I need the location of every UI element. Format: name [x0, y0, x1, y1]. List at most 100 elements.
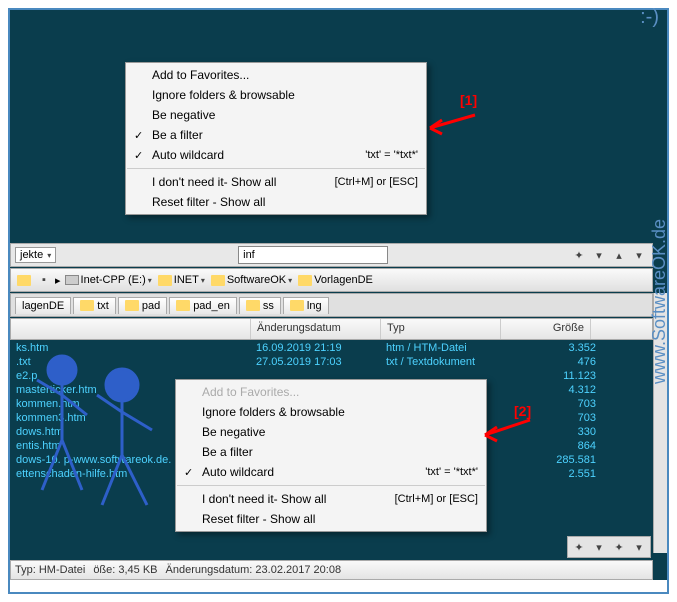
- dropdown-icon[interactable]: ▾: [590, 538, 608, 556]
- menu-item[interactable]: Be a filter: [176, 442, 486, 462]
- menu-item-shortcut: 'txt' = '*txt*': [409, 466, 478, 478]
- sort-asc-icon[interactable]: ▴: [610, 246, 628, 264]
- menu-separator: [127, 168, 425, 169]
- arrow-2-icon: [475, 415, 535, 445]
- smiley-icon: :-): [640, 6, 659, 29]
- computer-icon[interactable]: ▪: [35, 271, 53, 289]
- menu-item-label: Reset filter - Show all: [202, 512, 315, 526]
- tab-item[interactable]: lagenDE: [15, 297, 71, 314]
- file-size: 11.123: [506, 370, 596, 382]
- menu-item-label: I don't need it- Show all: [152, 175, 276, 189]
- tab-item[interactable]: pad_en: [169, 297, 237, 314]
- file-size: 3.352: [506, 342, 596, 354]
- annotation-1: [1]: [460, 92, 477, 108]
- status-type: Typ: HM-Datei: [15, 564, 85, 576]
- menu-item-shortcut: 'txt' = '*txt*': [349, 149, 418, 161]
- menu-item-shortcut: [Ctrl+M] or [ESC]: [319, 176, 418, 188]
- menu-item-label: Add to Favorites...: [152, 68, 249, 82]
- menu-item-label: Auto wildcard: [152, 148, 224, 162]
- menu-item[interactable]: Ignore folders & browsable: [126, 85, 426, 105]
- file-size: 476: [506, 356, 596, 368]
- sort-desc-icon[interactable]: ▾: [630, 246, 648, 264]
- chevron-down-icon: ▾: [288, 276, 292, 285]
- chevron-down-icon: ▾: [201, 276, 205, 285]
- filter-icon[interactable]: ✦: [570, 538, 588, 556]
- folder-icon: [246, 300, 260, 311]
- check-icon: ✓: [134, 129, 143, 142]
- column-header-name[interactable]: [11, 319, 251, 339]
- column-header-date[interactable]: Änderungsdatum: [251, 319, 381, 339]
- file-size: 285.581: [506, 454, 596, 466]
- bottom-icon-toolbar: ✦ ▾ ✦ ▾: [567, 536, 651, 558]
- breadcrumb-item[interactable]: INET ▾: [156, 274, 207, 286]
- folder-icon: [290, 300, 304, 311]
- filter-toolbar: jekte ▾ ✦ ▾ ▴ ▾: [10, 243, 653, 267]
- watermark: www.SoftwareOK.de: [647, 40, 673, 562]
- annotation-2: [2]: [514, 403, 531, 419]
- folder-icon: [176, 300, 190, 311]
- tab-item[interactable]: txt: [73, 297, 116, 314]
- filter-icon[interactable]: ✦: [610, 538, 628, 556]
- file-size: 4.312: [506, 384, 596, 396]
- check-icon: ✓: [184, 466, 193, 479]
- status-date: Änderungsdatum: 23.02.2017 20:08: [166, 564, 342, 576]
- file-date: 16.09.2019 21:19: [256, 342, 386, 354]
- filter-context-menu-1: Add to Favorites... Ignore folders & brow…: [125, 62, 427, 215]
- file-type: htm / HTM-Datei: [386, 342, 506, 354]
- menu-item[interactable]: ✓ Be a filter: [126, 125, 426, 145]
- menu-item[interactable]: I don't need it- Show all [Ctrl+M] or [ES…: [176, 489, 486, 509]
- chevron-down-icon: ▾: [148, 276, 152, 285]
- menu-item-label: Auto wildcard: [202, 465, 274, 479]
- dropdown-icon[interactable]: ▾: [590, 246, 608, 264]
- menu-separator: [177, 485, 485, 486]
- drive-icon: [65, 275, 79, 285]
- check-icon: ✓: [134, 149, 143, 162]
- arrow-1-icon: [420, 110, 480, 140]
- folder-icon[interactable]: [15, 271, 33, 289]
- column-header-row: Änderungsdatum Typ Größe: [10, 318, 653, 340]
- menu-item-label: Be a filter: [152, 128, 203, 142]
- dropdown-icon[interactable]: ▾: [630, 538, 648, 556]
- menu-item[interactable]: ✓ Auto wildcard 'txt' = '*txt*': [176, 462, 486, 482]
- file-date: 27.05.2019 17:03: [256, 356, 386, 368]
- menu-item-label: I don't need it- Show all: [202, 492, 326, 506]
- menu-item-label: Add to Favorites...: [202, 385, 299, 399]
- menu-item[interactable]: Ignore folders & browsable: [176, 402, 486, 422]
- tabs-bar: lagenDE txt pad pad_en ss lng: [10, 293, 653, 317]
- menu-item-label: Ignore folders & browsable: [152, 88, 295, 102]
- menu-item-label: Be negative: [152, 108, 215, 122]
- file-size: 2.551: [506, 468, 596, 480]
- file-type: txt / Textdokument: [386, 356, 506, 368]
- breadcrumb-item[interactable]: VorlagenDE: [296, 274, 375, 286]
- menu-item-label: Be a filter: [202, 445, 253, 459]
- column-header-size[interactable]: Größe: [501, 319, 591, 339]
- breadcrumb-item[interactable]: Inet-CPP (E:) ▾: [63, 274, 154, 286]
- menu-item[interactable]: Reset filter - Show all: [176, 509, 486, 529]
- menu-item-label: Ignore folders & browsable: [202, 405, 345, 419]
- column-header-type[interactable]: Typ: [381, 319, 501, 339]
- folder-icon: [80, 300, 94, 311]
- filter-input[interactable]: [238, 246, 388, 264]
- mascot-figures: [22, 340, 182, 520]
- tab-item[interactable]: pad: [118, 297, 167, 314]
- tab-item[interactable]: ss: [239, 297, 281, 314]
- folder-icon: [211, 275, 225, 286]
- menu-item[interactable]: Be negative: [126, 105, 426, 125]
- filter-icon[interactable]: ✦: [570, 246, 588, 264]
- menu-item-shortcut: [Ctrl+M] or [ESC]: [379, 493, 478, 505]
- menu-item[interactable]: Be negative: [176, 422, 486, 442]
- project-dropdown[interactable]: jekte ▾: [15, 247, 56, 263]
- folder-icon: [125, 300, 139, 311]
- folder-icon: [158, 275, 172, 286]
- menu-item-label: Be negative: [202, 425, 265, 439]
- menu-item[interactable]: ✓ Auto wildcard 'txt' = '*txt*': [126, 145, 426, 165]
- tab-item[interactable]: lng: [283, 297, 329, 314]
- chevron-right-icon: ▸: [55, 274, 61, 287]
- breadcrumb-item[interactable]: SoftwareOK ▾: [209, 274, 294, 286]
- menu-item[interactable]: I don't need it- Show all [Ctrl+M] or [ES…: [126, 172, 426, 192]
- menu-item[interactable]: Add to Favorites...: [126, 65, 426, 85]
- filter-context-menu-2: Add to Favorites... Ignore folders & brow…: [175, 379, 487, 532]
- menu-item[interactable]: Add to Favorites...: [176, 382, 486, 402]
- status-bar: Typ: HM-Datei öße: 3,45 KB Änderungsdatu…: [10, 560, 653, 580]
- menu-item[interactable]: Reset filter - Show all: [126, 192, 426, 212]
